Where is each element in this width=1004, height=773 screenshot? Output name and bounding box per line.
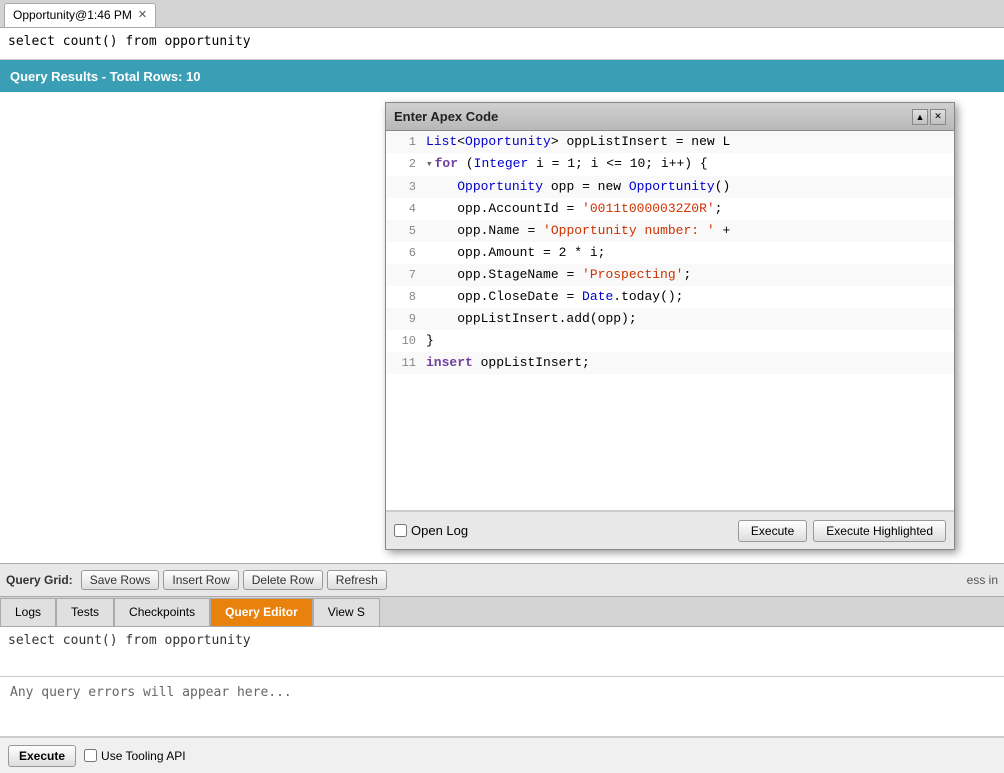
tab-close-icon[interactable]: ✕ xyxy=(138,10,147,21)
tab-tests[interactable]: Tests xyxy=(56,598,114,626)
line-content-8: opp.CloseDate = Date.today(); xyxy=(426,286,954,308)
line-num-9: 9 xyxy=(386,308,426,330)
line-content-4: opp.AccountId = '0011t0000032Z0R'; xyxy=(426,198,954,220)
tab-checkpoints[interactable]: Checkpoints xyxy=(114,598,210,626)
modal-close-button[interactable]: ✕ xyxy=(930,109,946,125)
open-log-checkbox[interactable] xyxy=(394,524,407,537)
code-line-8: 8 opp.CloseDate = Date.today(); xyxy=(386,286,954,308)
results-header-text: Query Results - Total Rows: 10 xyxy=(10,69,200,84)
opportunity-tab[interactable]: Opportunity@1:46 PM ✕ xyxy=(4,3,156,27)
code-editor[interactable]: 1 List<Opportunity> oppListInsert = new … xyxy=(386,131,954,511)
tab-query-editor[interactable]: Query Editor xyxy=(210,598,313,626)
apex-code-modal: Enter Apex Code ▲ ✕ 1 List<Opportunity> … xyxy=(385,102,955,550)
code-line-9: 9 oppListInsert.add(opp); xyxy=(386,308,954,330)
line-content-10: } xyxy=(426,330,954,352)
use-tooling-api-text: Use Tooling API xyxy=(101,749,186,763)
error-area: Any query errors will appear here... xyxy=(0,677,1004,737)
modal-execute-highlighted-button[interactable]: Execute Highlighted xyxy=(813,520,946,542)
code-line-11: 11 insert oppListInsert; xyxy=(386,352,954,374)
code-line-2: 2 ▾for (Integer i = 1; i <= 10; i++) { xyxy=(386,153,954,176)
execute-bar: Execute Use Tooling API xyxy=(0,737,1004,773)
bottom-panel: Query Grid: Save Rows Insert Row Delete … xyxy=(0,563,1004,773)
code-line-7: 7 opp.StageName = 'Prospecting'; xyxy=(386,264,954,286)
code-line-5: 5 opp.Name = 'Opportunity number: ' + xyxy=(386,220,954,242)
modal-titlebar: Enter Apex Code ▲ ✕ xyxy=(386,103,954,131)
tab-view-s-label: View S xyxy=(328,605,365,619)
line-content-11: insert oppListInsert; xyxy=(426,352,954,374)
line-num-7: 7 xyxy=(386,264,426,286)
tab-query-editor-label: Query Editor xyxy=(225,605,298,619)
line-content-2: ▾for (Integer i = 1; i <= 10; i++) { xyxy=(426,153,954,176)
insert-row-button[interactable]: Insert Row xyxy=(163,570,238,590)
tab-bar: Opportunity@1:46 PM ✕ xyxy=(0,0,1004,28)
error-area-text: Any query errors will appear here... xyxy=(10,685,292,700)
line-num-10: 10 xyxy=(386,330,426,352)
use-tooling-api-label[interactable]: Use Tooling API xyxy=(84,749,186,763)
toolbar-label: Query Grid: xyxy=(6,573,73,587)
results-header: Query Results - Total Rows: 10 xyxy=(0,60,1004,92)
modal-controls: ▲ ✕ xyxy=(912,109,946,125)
line-num-5: 5 xyxy=(386,220,426,242)
query-editor-text: select count() from opportunity xyxy=(8,633,251,648)
line-content-7: opp.StageName = 'Prospecting'; xyxy=(426,264,954,286)
tab-label: Opportunity@1:46 PM xyxy=(13,8,132,22)
code-line-3: 3 Opportunity opp = new Opportunity() xyxy=(386,176,954,198)
modal-execute-button[interactable]: Execute xyxy=(738,520,807,542)
tab-tests-label: Tests xyxy=(71,605,99,619)
query-bar-text: select count() from opportunity xyxy=(8,34,251,49)
code-line-1: 1 List<Opportunity> oppListInsert = new … xyxy=(386,131,954,153)
line-content-6: opp.Amount = 2 * i; xyxy=(426,242,954,264)
tab-logs-label: Logs xyxy=(15,605,41,619)
bottom-tabs: Logs Tests Checkpoints Query Editor View… xyxy=(0,597,1004,627)
line-num-6: 6 xyxy=(386,242,426,264)
query-bar: select count() from opportunity xyxy=(0,28,1004,60)
modal-minimize-button[interactable]: ▲ xyxy=(912,109,928,125)
line-num-3: 3 xyxy=(386,176,426,198)
use-tooling-api-checkbox[interactable] xyxy=(84,749,97,762)
modal-footer-left: Open Log xyxy=(394,523,468,538)
line-num-1: 1 xyxy=(386,131,426,153)
main-content: Query Grid: Save Rows Insert Row Delete … xyxy=(0,92,1004,773)
code-line-10: 10 } xyxy=(386,330,954,352)
code-line-4: 4 opp.AccountId = '0011t0000032Z0R'; xyxy=(386,198,954,220)
refresh-button[interactable]: Refresh xyxy=(327,570,387,590)
open-log-label[interactable]: Open Log xyxy=(411,523,468,538)
query-grid-toolbar: Query Grid: Save Rows Insert Row Delete … xyxy=(0,563,1004,597)
modal-title: Enter Apex Code xyxy=(394,109,498,124)
save-rows-button[interactable]: Save Rows xyxy=(81,570,160,590)
modal-footer: Open Log Execute Execute Highlighted xyxy=(386,511,954,549)
line-num-11: 11 xyxy=(386,352,426,374)
line-content-1: List<Opportunity> oppListInsert = new L xyxy=(426,131,954,153)
execute-button[interactable]: Execute xyxy=(8,745,76,767)
line-content-3: Opportunity opp = new Opportunity() xyxy=(426,176,954,198)
line-num-2: 2 xyxy=(386,153,426,175)
tab-view-s[interactable]: View S xyxy=(313,598,380,626)
line-num-4: 4 xyxy=(386,198,426,220)
code-line-6: 6 opp.Amount = 2 * i; xyxy=(386,242,954,264)
tab-checkpoints-label: Checkpoints xyxy=(129,605,195,619)
toolbar-extra: ess in xyxy=(967,573,998,587)
tab-logs[interactable]: Logs xyxy=(0,598,56,626)
line-content-5: opp.Name = 'Opportunity number: ' + xyxy=(426,220,954,242)
query-editor-area[interactable]: select count() from opportunity xyxy=(0,627,1004,677)
delete-row-button[interactable]: Delete Row xyxy=(243,570,323,590)
line-num-8: 8 xyxy=(386,286,426,308)
line-content-9: oppListInsert.add(opp); xyxy=(426,308,954,330)
